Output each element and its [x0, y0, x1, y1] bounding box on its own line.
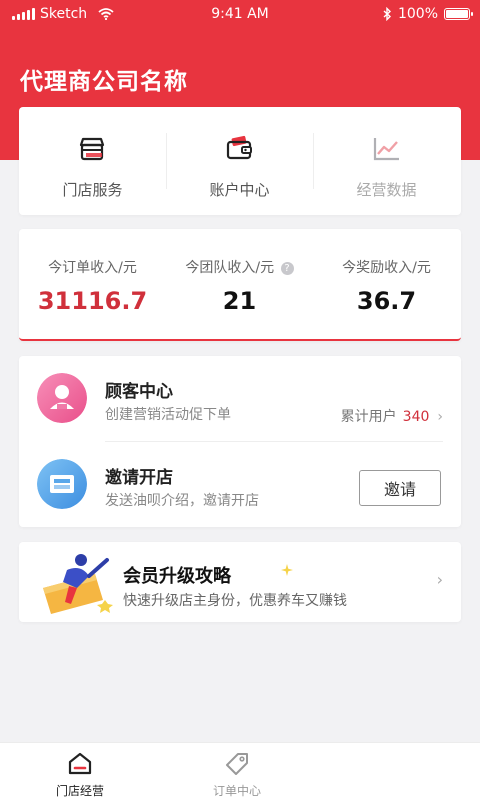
invite-store-title: 邀请开店	[105, 468, 173, 488]
cumulative-users[interactable]: 累计用户 340 ›	[341, 406, 443, 426]
income-label: 今奖励收入/元	[342, 260, 431, 276]
member-upgrade-banner[interactable]: 会员升级攻略 快速升级店主身份，优惠养车又赚钱 ›	[19, 542, 461, 622]
invite-button[interactable]: 邀请	[359, 470, 441, 506]
status-right: 100%	[383, 6, 473, 22]
tag-tab-icon	[226, 753, 248, 775]
status-bar: Sketch 9:41 AM 100%	[0, 0, 480, 30]
battery-icon	[444, 8, 473, 20]
quick-action-label: 经营数据	[356, 181, 417, 199]
income-label-row: 今团队收入/元 ?	[166, 257, 313, 277]
sparkle-icon	[281, 564, 293, 576]
income-label: 今团队收入/元	[185, 260, 275, 276]
income-value: 21	[222, 287, 257, 315]
chevron-right-icon: ›	[437, 409, 443, 425]
help-icon[interactable]: ?	[280, 262, 294, 275]
income-summary-card: 今订单收入/元 31116.7 今团队收入/元 ? 21 今奖励收入/元 36.…	[19, 229, 461, 341]
page-title: 代理商公司名称	[20, 69, 188, 95]
storefront-icon	[79, 137, 105, 161]
battery-percent: 100%	[397, 6, 438, 22]
bottom-tab-bar: 门店经营 订单中心	[0, 742, 480, 801]
services-card: 顾客中心 创建营销活动促下单 累计用户 340 › 邀请开店 发送油呗介绍，邀请开店…	[19, 356, 461, 527]
customer-center-icon	[37, 373, 87, 423]
cumulative-users-count: 340	[402, 409, 430, 425]
promo-title: 会员升级攻略	[123, 566, 231, 587]
promo-subtitle: 快速升级店主身份，优惠养车又赚钱	[123, 593, 347, 609]
quick-action-business-data[interactable]: 经营数据	[313, 107, 460, 215]
cumulative-users-label: 累计用户	[340, 409, 397, 425]
income-value: 36.7	[356, 287, 417, 315]
income-label: 今订单收入/元	[48, 260, 137, 276]
member-upgrade-illustration	[43, 554, 113, 614]
bluetooth-icon	[383, 7, 391, 21]
tab-label: 订单中心	[212, 784, 261, 798]
store-tab-icon	[68, 752, 92, 775]
quick-action-label: 账户中心	[209, 181, 270, 199]
tab-order-center[interactable]: 订单中心	[157, 743, 317, 801]
line-chart-icon	[373, 138, 399, 161]
tab-label: 门店经营	[55, 784, 104, 798]
invite-store-subtitle: 发送油呗介绍，邀请开店	[105, 493, 259, 509]
customer-center-title: 顾客中心	[105, 382, 173, 402]
chevron-right-icon: ›	[436, 570, 443, 589]
quick-actions-card: 门店服务 账户中心 经营数据	[19, 107, 461, 215]
income-value: 31116.7	[37, 287, 148, 315]
tab-store-operations[interactable]: 门店经营	[0, 743, 160, 801]
wallet-icon	[226, 135, 252, 160]
battery-fill	[446, 10, 468, 18]
quick-action-label: 门店服务	[62, 181, 123, 199]
invite-store-icon	[37, 459, 87, 509]
quick-action-store-service[interactable]: 门店服务	[19, 107, 166, 215]
quick-action-account-center[interactable]: 账户中心	[166, 107, 313, 215]
customer-center-row[interactable]: 顾客中心 创建营销活动促下单 累计用户 340 ›	[19, 356, 461, 441]
customer-center-subtitle: 创建营销活动促下单	[105, 407, 231, 423]
